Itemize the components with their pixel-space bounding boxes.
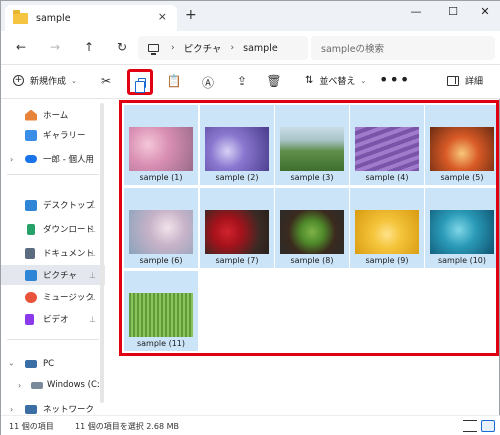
documents-icon [25,247,35,259]
minimize-button[interactable]: — [406,5,426,18]
breadcrumb-separator: › [230,43,235,53]
details-label: 詳細 [465,77,484,87]
folder-icon [13,9,28,24]
pc-icon [25,360,37,368]
drive-icon [31,381,43,389]
more-options-button[interactable]: ••• [379,70,410,89]
pin-icon: ⊥ [89,200,96,210]
paste-button[interactable]: 📋 [165,74,183,88]
sidebar-item-label: デスクトップ [43,201,95,211]
chevron-down-icon: ⌄ [71,76,77,85]
copy-icon [135,78,146,93]
navigation-pane: ホーム ギャラリー › 一郎 - 個人用 デスクトップ ⊥ ダウンロード ⊥ ド… [1,99,105,415]
sidebar-item-label: ドキュメント [43,249,95,259]
details-pane-icon [447,75,459,86]
pin-icon: ⊥ [89,270,96,280]
sidebar-item-label: Windows (C:) [47,380,104,390]
cut-button[interactable]: ✂ [97,74,115,88]
tab-title: sample [36,12,71,24]
tab-sample[interactable]: sample × [5,5,177,31]
plus-icon: + [13,75,24,86]
new-button[interactable]: + 新規作成 ⌄ [13,74,77,87]
back-button[interactable]: ← [12,40,30,54]
new-tab-button[interactable]: + [185,7,197,23]
item-count: 11 個の項目 [9,422,54,431]
breadcrumb[interactable]: › ピクチャ › sample [138,36,308,60]
sidebar-item-home[interactable]: ホーム [1,105,105,125]
delete-button[interactable]: 🗑 [265,74,283,88]
copy-button[interactable] [127,69,153,95]
sidebar-item-label: ギャラリー [43,131,86,141]
sidebar-item-desktop[interactable]: デスクトップ ⊥ [1,195,105,215]
details-view-button[interactable] [463,420,477,432]
sidebar-item-downloads[interactable]: ダウンロード ⊥ [1,219,105,239]
chevron-down-icon[interactable]: › [7,362,16,365]
desktop-icon [25,199,37,211]
sidebar-item-label: ピクチャ [43,271,77,281]
onedrive-icon [25,155,37,163]
new-button-label: 新規作成 [30,77,67,87]
sidebar-scrollbar[interactable] [100,103,104,403]
home-icon [25,109,37,121]
sidebar-item-pictures[interactable]: ピクチャ ⊥ [1,265,105,285]
tab-bar: sample × + — ☐ ✕ [1,1,500,31]
download-icon [27,223,35,235]
thumbnail-view-button[interactable] [481,420,495,432]
breadcrumb-pictures[interactable]: ピクチャ [184,41,222,55]
chevron-right-icon[interactable]: › [10,155,13,164]
sidebar-item-label: 一郎 - 個人用 [43,155,94,165]
sidebar-item-videos[interactable]: ビデオ ⊥ [1,309,105,329]
sidebar-divider [7,339,99,340]
sort-icon: ⇅ [305,75,314,86]
pin-icon: ⊥ [89,248,96,258]
gallery-icon [25,129,37,141]
chevron-right-icon[interactable]: › [18,381,21,390]
sidebar-item-label: ミュージック [43,293,94,303]
pin-icon: ⊥ [89,314,96,324]
network-icon [25,404,37,414]
chevron-right-icon[interactable]: › [10,405,13,414]
explorer-window: sample × + — ☐ ✕ ← → ↑ ↻ › ピクチャ › sample… [0,0,500,435]
address-bar-row: ← → ↑ ↻ › ピクチャ › sample sampleの検索 [1,31,500,65]
sidebar-item-gallery[interactable]: ギャラリー [1,125,105,145]
status-bar: 11 個の項目 11 個の項目を選択 2.68 MB [1,415,500,435]
close-tab-icon[interactable]: × [158,10,167,23]
up-button[interactable]: ↑ [80,40,98,54]
sort-button[interactable]: ⇅ 並べ替え ⌄ [305,74,366,87]
music-icon [25,291,37,303]
breadcrumb-sample[interactable]: sample [243,43,278,54]
pin-icon: ⊥ [89,292,96,302]
monitor-icon [148,44,159,55]
chevron-down-icon: ⌄ [360,76,367,85]
pin-icon: ⊥ [89,224,96,234]
rename-button[interactable]: Ⓐ [199,74,217,91]
sidebar-item-documents[interactable]: ドキュメント ⊥ [1,243,105,263]
pictures-icon [25,269,37,281]
videos-icon [25,313,34,325]
sidebar-item-label: ネットワーク [43,405,95,415]
search-input[interactable]: sampleの検索 [311,36,495,60]
sidebar-item-windows-c[interactable]: › Windows (C:) [1,375,105,395]
sidebar-item-pc[interactable]: › PC [1,354,105,374]
command-bar: + 新規作成 ⌄ ✂ 📋 Ⓐ ⇪ 🗑 ⇅ 並べ替え ⌄ ••• 詳細 [1,65,500,99]
sidebar-item-label: ダウンロード [43,225,95,235]
sidebar-item-onedrive[interactable]: › 一郎 - 個人用 [1,149,105,169]
sidebar-item-label: ホーム [43,111,69,121]
forward-button[interactable]: → [46,40,64,54]
selection-info: 11 個の項目を選択 2.68 MB [75,422,180,431]
share-button[interactable]: ⇪ [233,74,251,88]
search-placeholder: sampleの検索 [321,44,385,55]
sidebar-item-label: PC [43,359,55,369]
details-pane-button[interactable]: 詳細 [447,74,483,87]
close-window-button[interactable]: ✕ [475,5,495,18]
maximize-button[interactable]: ☐ [443,5,463,18]
breadcrumb-separator: › [171,43,175,53]
sidebar-item-label: ビデオ [43,315,69,325]
sidebar-item-music[interactable]: ミュージック ⊥ [1,287,105,307]
sidebar-divider [7,174,99,175]
sort-button-label: 並べ替え [319,77,356,87]
refresh-button[interactable]: ↻ [113,40,131,54]
selection-highlight-frame [119,100,499,356]
